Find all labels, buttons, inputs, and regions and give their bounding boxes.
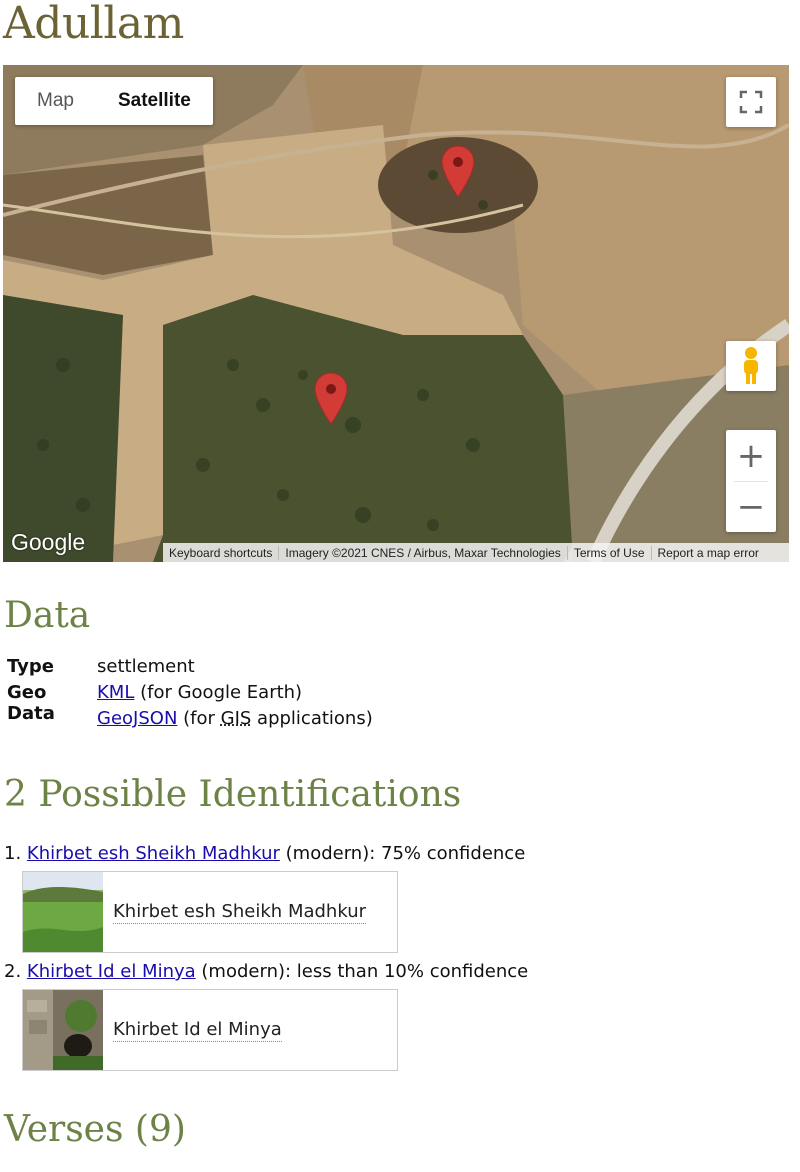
card-label: Khirbet Id el Minya [113,1018,282,1042]
type-row: Type settlement [7,656,373,677]
gis-abbr: GIS [220,708,252,729]
street-view-button[interactable] [726,341,776,391]
type-value: settlement [97,656,195,677]
kml-link[interactable]: KML [97,682,134,703]
geo-data-row: Geo Data KML (for Google Earth) GeoJSON … [7,682,373,729]
imagery-credit: Imagery ©2021 CNES / Airbus, Maxar Techn… [279,545,568,560]
report-map-error-link[interactable]: Report a map error [652,546,765,560]
item-number: 1. [4,843,27,864]
map[interactable]: Map Satellite + − Google Keyboard shortc… [3,65,789,562]
identification-detail: (modern): less than 10% confidence [195,961,529,982]
identification-link[interactable]: Khirbet esh Sheikh Madhkur [27,843,280,864]
identification-link[interactable]: Khirbet Id el Minya [27,961,196,982]
data-heading: Data [4,595,91,636]
identifications-heading: 2 Possible Identifications [4,774,462,815]
geojson-note-pre: (for [177,708,221,729]
card-label: Khirbet esh Sheikh Madhkur [113,900,367,924]
geojson-link[interactable]: GeoJSON [97,708,177,729]
terms-of-use-link[interactable]: Terms of Use [568,545,652,560]
page-title: Adullam [3,0,184,49]
identification-photo [23,990,103,1070]
geojson-note-post: applications) [251,708,373,729]
zoom-in-button[interactable]: + [726,431,776,481]
type-label: Type [7,656,54,677]
map-marker-icon[interactable] [441,145,475,199]
fullscreen-icon [739,90,763,114]
verses-heading: Verses (9) [4,1109,186,1150]
map-type-control: Map Satellite [15,77,213,125]
data-table: Type settlement Geo Data KML (for Google… [7,656,373,734]
satellite-imagery[interactable] [3,65,789,562]
identification-detail: (modern): 75% confidence [279,843,526,864]
map-attribution-bar: Keyboard shortcuts Imagery ©2021 CNES / … [163,543,789,562]
geo-data-label: Geo Data [7,682,55,724]
identification-card[interactable]: Khirbet Id el Minya [22,989,398,1071]
identification-photo [23,872,103,952]
zoom-control: + − [726,430,776,532]
pegman-icon [744,347,758,384]
zoom-out-button[interactable]: − [726,482,776,532]
list-item: 1. Khirbet esh Sheikh Madhkur (modern): … [4,843,525,864]
kml-note: (for Google Earth) [134,682,303,703]
google-logo: Google [11,529,86,555]
list-item: 2. Khirbet Id el Minya (modern): less th… [4,961,528,982]
item-number: 2. [4,961,27,982]
map-type-map-button[interactable]: Map [15,77,96,125]
identification-card[interactable]: Khirbet esh Sheikh Madhkur [22,871,398,953]
map-type-satellite-button[interactable]: Satellite [96,77,213,125]
map-marker-icon[interactable] [314,372,348,426]
keyboard-shortcuts-link[interactable]: Keyboard shortcuts [163,545,280,560]
geo-data-links: KML (for Google Earth) GeoJSON (for GIS … [97,682,373,729]
fullscreen-button[interactable] [726,77,776,127]
